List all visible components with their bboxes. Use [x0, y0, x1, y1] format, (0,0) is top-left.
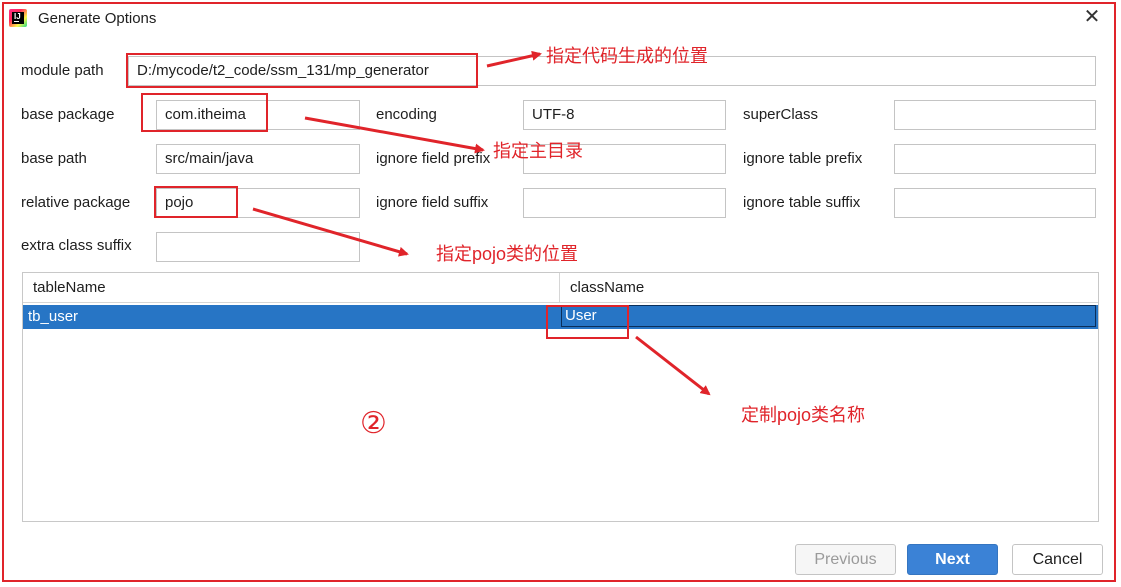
step-marker: ②	[360, 407, 387, 440]
arrow-base-package	[304, 116, 485, 154]
arrow-pojo	[252, 207, 409, 257]
arrow-classname	[635, 335, 711, 396]
annotation-classname: 定制pojo类名称	[741, 405, 866, 425]
annotation-base-package: 指定主目录	[493, 141, 583, 161]
annotation-module-path: 指定代码生成的位置	[546, 46, 708, 66]
annotation-arrows	[252, 50, 711, 396]
annotation-pojo: 指定pojo类的位置	[436, 244, 579, 264]
arrow-module-path	[486, 50, 542, 68]
